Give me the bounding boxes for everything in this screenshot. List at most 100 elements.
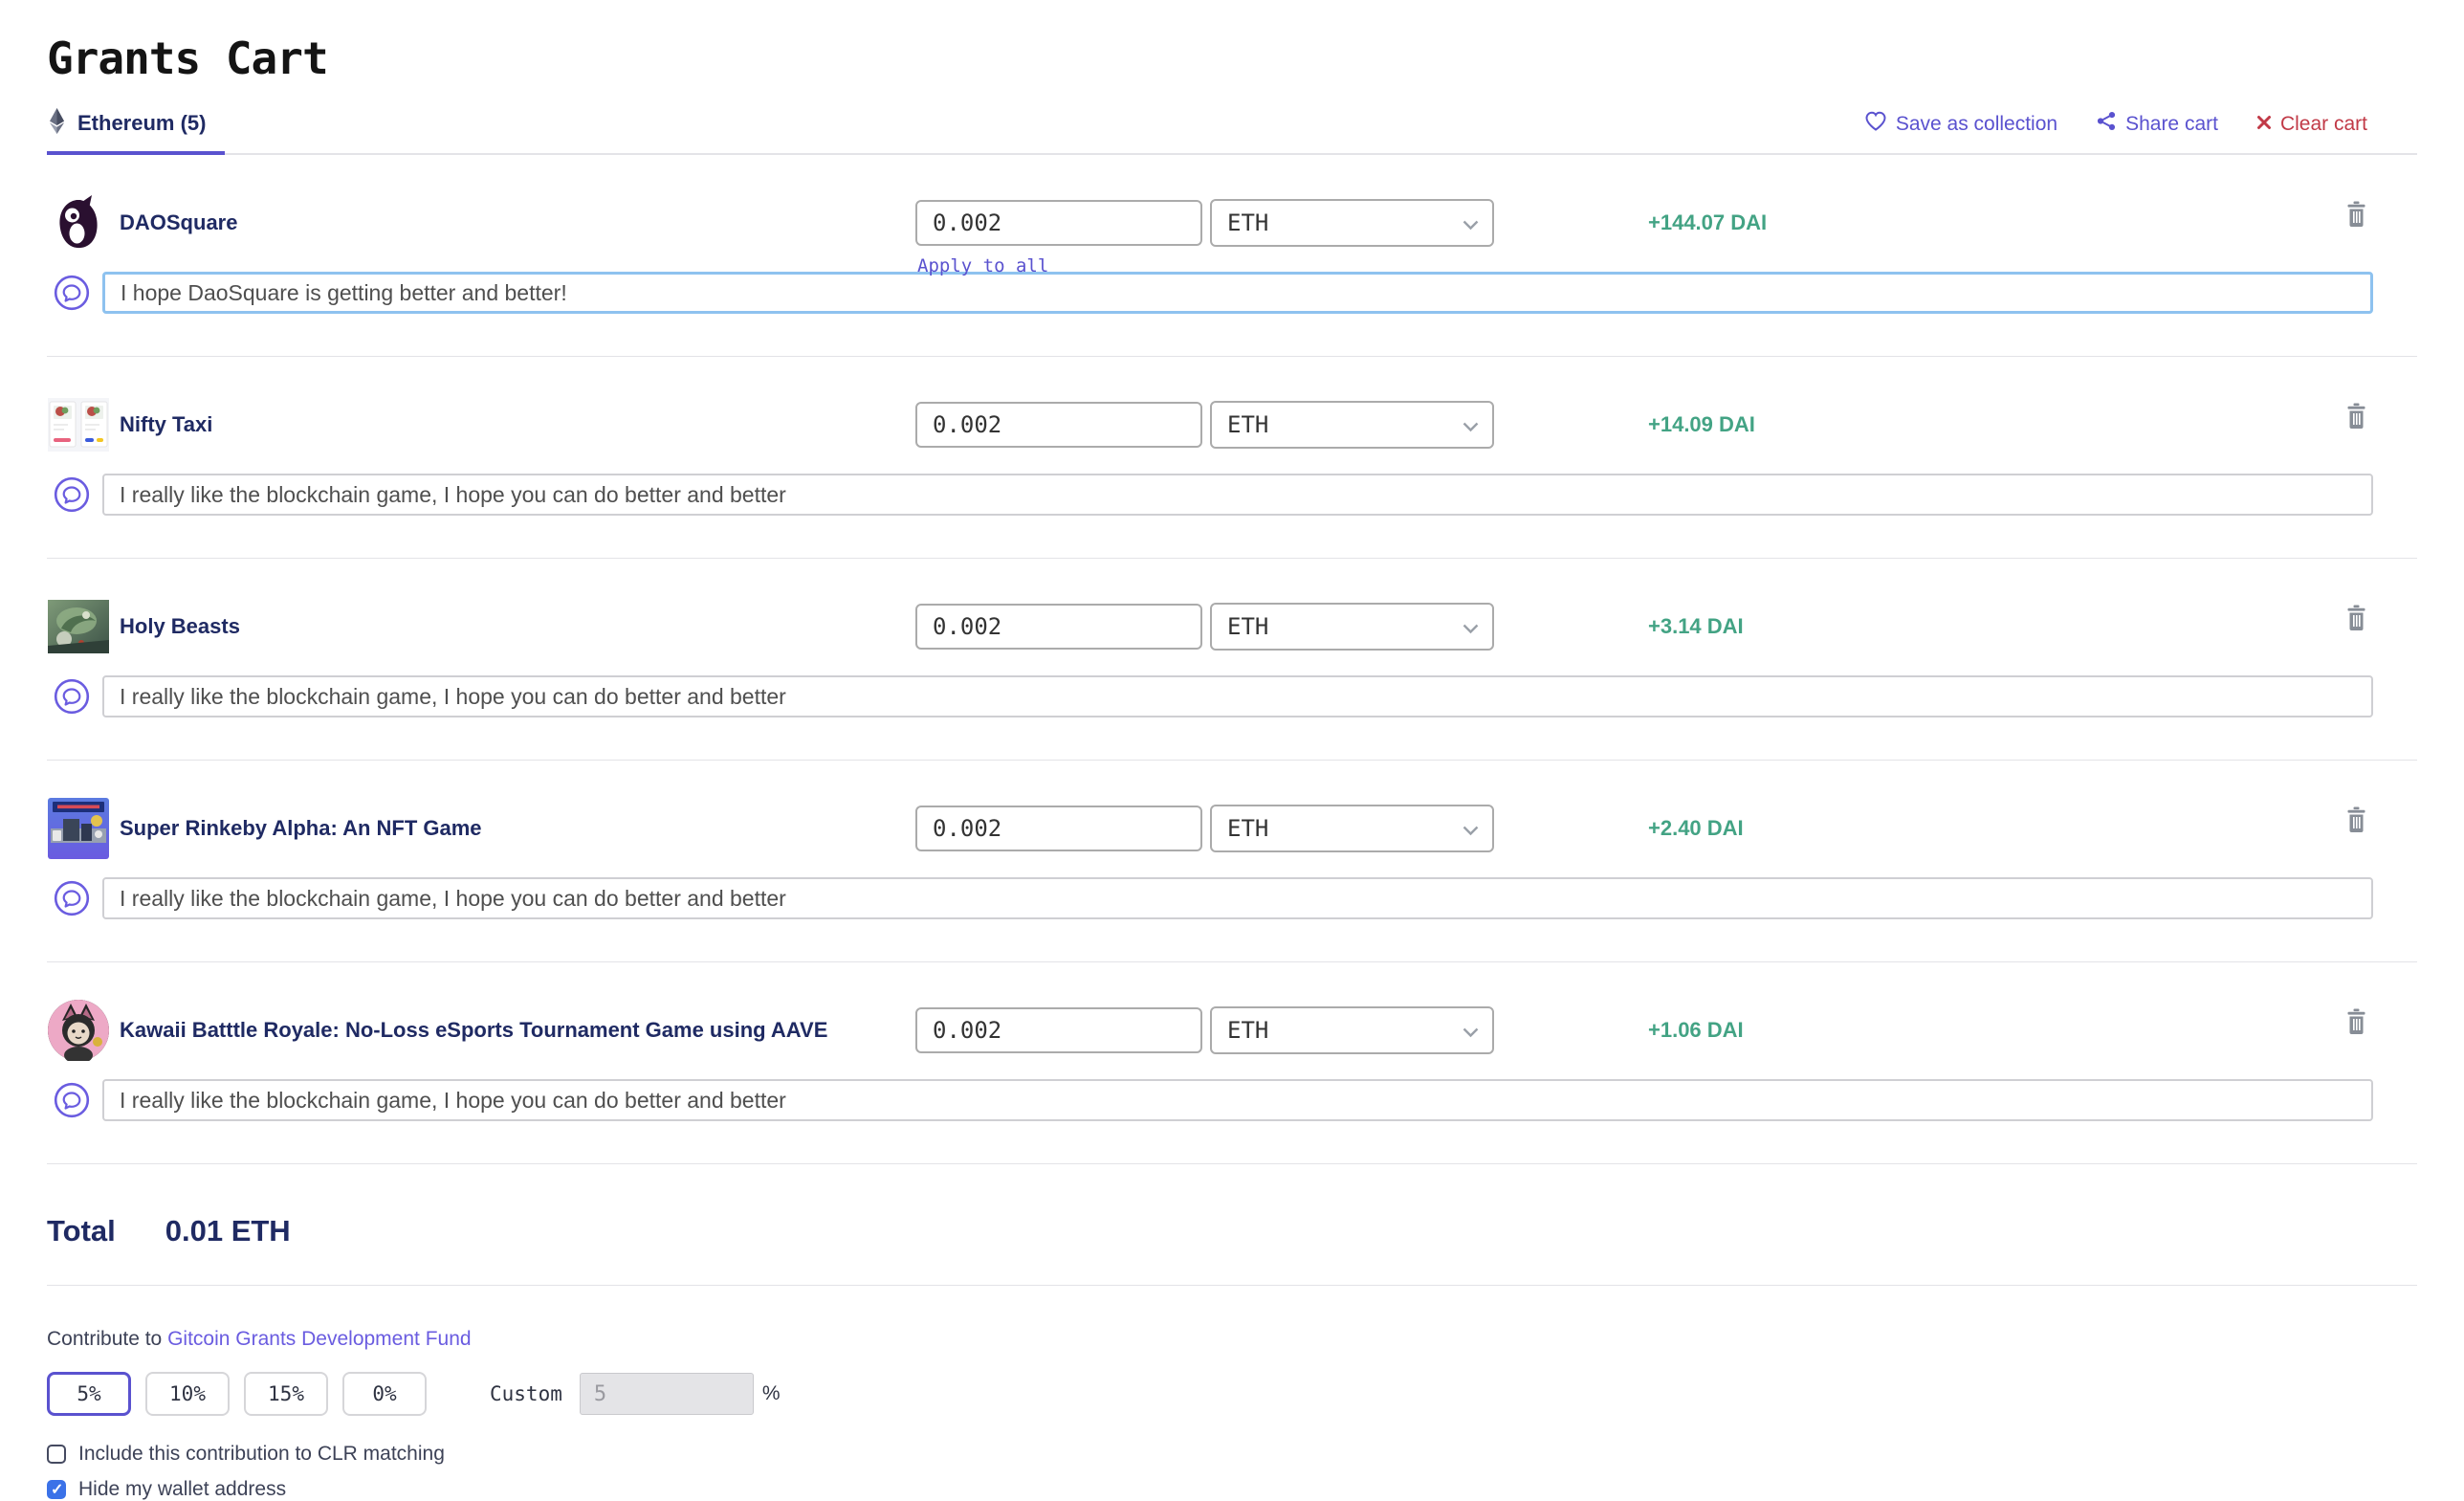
match-estimate: +14.09 DAI xyxy=(1648,412,1755,437)
hide-wallet-label: Hide my wallet address xyxy=(78,1478,286,1501)
hide-wallet-row: Hide my wallet address xyxy=(47,1478,2417,1501)
grant-row: Nifty Taxi ETH +14.09 DAI xyxy=(47,357,2417,559)
contribute-prefix: Contribute to xyxy=(47,1328,167,1350)
comment-row xyxy=(47,877,2417,919)
currency-select-wrap: ETH xyxy=(1210,1006,1494,1054)
share-cart-label: Share cart xyxy=(2125,113,2218,136)
amount-input[interactable] xyxy=(915,604,1202,650)
currency-select[interactable]: ETH xyxy=(1210,199,1494,247)
percent-button-15[interactable]: 15% xyxy=(244,1372,328,1416)
gitcoin-grants-fund-link[interactable]: Gitcoin Grants Development Fund xyxy=(167,1328,471,1350)
currency-select[interactable]: ETH xyxy=(1210,1006,1494,1054)
network-tabbar: Ethereum (5) Save as collection xyxy=(47,108,2417,155)
grant-logo-nifty-taxi xyxy=(47,395,110,454)
comment-row xyxy=(47,1079,2417,1121)
amount-field-wrap xyxy=(915,806,1202,851)
percent-sign: % xyxy=(762,1382,781,1405)
hide-wallet-checkbox[interactable] xyxy=(47,1480,66,1499)
grants-cart-page: Grants Cart Ethereum (5) Save a xyxy=(0,0,2464,1498)
grant-row-top: Super Rinkeby Alpha: An NFT Game ETH +2.… xyxy=(47,799,2417,858)
amount-field-wrap xyxy=(915,402,1202,448)
grant-name[interactable]: Nifty Taxi xyxy=(110,412,915,437)
percent-button-10[interactable]: 10% xyxy=(145,1372,230,1416)
clr-matching-checkbox[interactable] xyxy=(47,1445,66,1464)
grant-logo-daosquare xyxy=(47,193,110,253)
clr-matching-row: Include this contribution to CLR matchin… xyxy=(47,1443,2417,1466)
comment-row xyxy=(47,474,2417,516)
grant-logo-holy-beasts xyxy=(47,597,110,656)
amount-field-wrap xyxy=(915,604,1202,650)
total-value: 0.01 ETH xyxy=(165,1214,291,1248)
apply-to-all-link[interactable]: Apply to all xyxy=(917,255,1048,276)
comment-input[interactable] xyxy=(102,675,2373,717)
comment-input[interactable] xyxy=(102,272,2373,314)
save-as-collection-button[interactable]: Save as collection xyxy=(1864,111,2057,138)
amount-input[interactable] xyxy=(915,200,1202,246)
grant-logo-super-rinkeby xyxy=(47,799,110,858)
currency-select-wrap: ETH xyxy=(1210,603,1494,651)
comment-bubble-icon[interactable] xyxy=(54,880,90,916)
trash-icon[interactable] xyxy=(2344,1008,2368,1035)
grant-row-top: Kawaii Batttle Royale: No-Loss eSports T… xyxy=(47,1001,2417,1060)
footer-checkboxes: Include this contribution to CLR matchin… xyxy=(47,1443,2417,1501)
amount-input[interactable] xyxy=(915,402,1202,448)
currency-select[interactable]: ETH xyxy=(1210,401,1494,449)
comment-input[interactable] xyxy=(102,877,2373,919)
total-label: Total xyxy=(47,1214,116,1248)
amount-field-wrap: Apply to all xyxy=(915,200,1202,246)
comment-row xyxy=(47,272,2417,314)
currency-select[interactable]: ETH xyxy=(1210,805,1494,852)
comment-row xyxy=(47,675,2417,717)
grant-row: Kawaii Batttle Royale: No-Loss eSports T… xyxy=(47,962,2417,1164)
trash-icon[interactable] xyxy=(2344,403,2368,430)
match-estimate: +2.40 DAI xyxy=(1648,816,1744,841)
comment-input[interactable] xyxy=(102,1079,2373,1121)
match-estimate: +1.06 DAI xyxy=(1648,1018,1744,1043)
trash-icon[interactable] xyxy=(2344,201,2368,228)
trash-icon[interactable] xyxy=(2344,605,2368,631)
grant-name[interactable]: Holy Beasts xyxy=(110,614,915,639)
custom-percent-input[interactable] xyxy=(580,1373,754,1415)
grant-logo-kawaii xyxy=(47,1001,110,1060)
match-estimate: +3.14 DAI xyxy=(1648,614,1744,639)
total-row: Total 0.01 ETH xyxy=(47,1214,2417,1248)
custom-percent-label: Custom xyxy=(490,1382,562,1405)
match-estimate: +144.07 DAI xyxy=(1648,210,1767,235)
comment-bubble-icon[interactable] xyxy=(54,678,90,715)
comment-bubble-icon[interactable] xyxy=(54,476,90,513)
x-icon xyxy=(2256,113,2272,136)
footer-divider xyxy=(47,1285,2417,1286)
tab-ethereum-label: Ethereum (5) xyxy=(77,111,206,136)
tab-ethereum[interactable]: Ethereum (5) xyxy=(47,108,225,155)
clear-cart-button[interactable]: Clear cart xyxy=(2256,113,2367,136)
save-as-collection-label: Save as collection xyxy=(1896,113,2057,136)
share-cart-button[interactable]: Share cart xyxy=(2096,110,2218,138)
grant-name[interactable]: Super Rinkeby Alpha: An NFT Game xyxy=(110,816,915,841)
grant-row-top: Nifty Taxi ETH +14.09 DAI xyxy=(47,395,2417,454)
grant-row: Holy Beasts ETH +3.14 DAI xyxy=(47,559,2417,761)
clr-matching-label: Include this contribution to CLR matchin… xyxy=(78,1443,445,1466)
clear-cart-label: Clear cart xyxy=(2280,113,2367,136)
share-icon xyxy=(2096,110,2117,138)
trash-icon[interactable] xyxy=(2344,806,2368,833)
contribute-line: Contribute to Gitcoin Grants Development… xyxy=(47,1328,2417,1351)
amount-input[interactable] xyxy=(915,806,1202,851)
percent-row: 5% 10% 15% 0% Custom % xyxy=(47,1372,2417,1416)
heart-icon xyxy=(1864,111,1887,138)
currency-select[interactable]: ETH xyxy=(1210,603,1494,651)
comment-bubble-icon[interactable] xyxy=(54,275,90,311)
percent-button-0[interactable]: 0% xyxy=(342,1372,427,1416)
comment-bubble-icon[interactable] xyxy=(54,1082,90,1118)
amount-field-wrap xyxy=(915,1007,1202,1053)
percent-button-5[interactable]: 5% xyxy=(47,1372,131,1416)
comment-input[interactable] xyxy=(102,474,2373,516)
cart-actions: Save as collection Share cart xyxy=(1864,110,2367,153)
grant-name[interactable]: Kawaii Batttle Royale: No-Loss eSports T… xyxy=(110,1018,915,1043)
currency-select-wrap: ETH xyxy=(1210,805,1494,852)
grant-name[interactable]: DAOSquare xyxy=(110,210,915,235)
currency-select-wrap: ETH xyxy=(1210,199,1494,247)
amount-input[interactable] xyxy=(915,1007,1202,1053)
grant-row-top: DAOSquare Apply to all ETH +144.07 DAI xyxy=(47,193,2417,253)
currency-select-wrap: ETH xyxy=(1210,401,1494,449)
ethereum-icon xyxy=(49,108,65,139)
